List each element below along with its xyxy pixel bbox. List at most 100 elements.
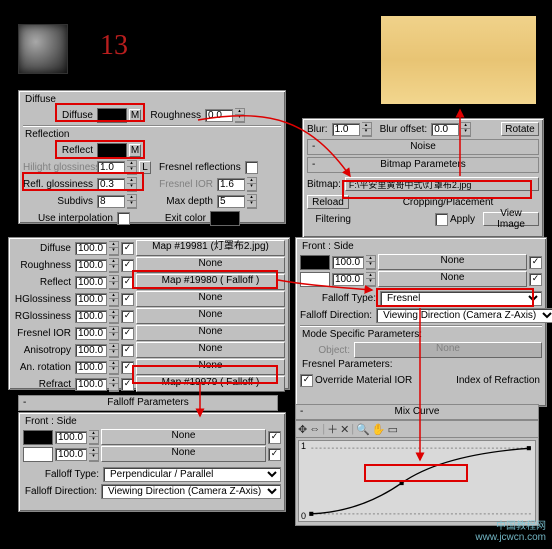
falloff2-dir-select[interactable]: Viewing Direction (Camera Z-Axis): [376, 308, 552, 323]
map-row-spinner[interactable]: ▴▾: [109, 343, 119, 358]
falloff1-map2[interactable]: None: [101, 446, 266, 462]
falloff1-spin1[interactable]: ▴▾: [89, 430, 99, 445]
map-row-check[interactable]: ✓: [121, 276, 134, 289]
refl-gloss-input[interactable]: [97, 178, 125, 191]
reload-button[interactable]: Reload: [307, 195, 349, 209]
falloff-rollout-header[interactable]: Falloff Parameters: [18, 395, 278, 411]
pan-icon[interactable]: ✋: [372, 423, 386, 436]
map-row-spinner[interactable]: ▴▾: [109, 309, 119, 324]
falloff2-val1[interactable]: [332, 256, 364, 269]
subdivs-input[interactable]: [97, 195, 125, 208]
map-row-check[interactable]: ✓: [121, 259, 134, 272]
map-row-amount[interactable]: [75, 276, 107, 289]
rotate-button[interactable]: Rotate: [501, 122, 539, 136]
falloff2-chk2[interactable]: ✓: [529, 273, 542, 286]
fit-icon[interactable]: ▭: [388, 423, 398, 436]
map-row-amount[interactable]: [75, 327, 107, 340]
move-icon[interactable]: ✥: [298, 423, 307, 436]
scale-icon[interactable]: ⇔: [309, 423, 320, 435]
view-image-button[interactable]: View Image: [483, 212, 539, 226]
map-row-button[interactable]: None: [136, 342, 285, 358]
hilight-gloss-input[interactable]: [97, 161, 125, 174]
map-row-button[interactable]: Map #19980 ( Falloff ): [136, 274, 285, 290]
fresnel-refl-check[interactable]: [245, 161, 258, 174]
map-row-amount[interactable]: [75, 310, 107, 323]
refl-gloss-spinner[interactable]: ▴▾: [127, 177, 137, 192]
maxdepth-spinner[interactable]: ▴▾: [247, 194, 257, 209]
roughness-spinner[interactable]: ▴▾: [235, 108, 245, 123]
map-row-amount[interactable]: [75, 242, 107, 255]
falloff1-dir-select[interactable]: Viewing Direction (Camera Z-Axis): [101, 484, 281, 499]
diffuse-map-button[interactable]: M: [129, 109, 141, 122]
hilight-gloss-spinner[interactable]: ▴▾: [127, 160, 137, 175]
map-row-check[interactable]: ✓: [121, 378, 134, 391]
map-row-spinner[interactable]: ▴▾: [109, 292, 119, 307]
map-row-amount[interactable]: [75, 378, 107, 391]
blur-input[interactable]: [332, 123, 360, 136]
override-ior-check[interactable]: ✓: [300, 374, 313, 387]
map-row-check[interactable]: ✓: [121, 310, 134, 323]
fresnel-ior-input[interactable]: [217, 178, 245, 191]
falloff1-val1[interactable]: [55, 431, 87, 444]
fresnel-ior-spinner[interactable]: ▴▾: [247, 177, 257, 192]
map-row-spinner[interactable]: ▴▾: [109, 258, 119, 273]
falloff2-chk1[interactable]: ✓: [529, 256, 542, 269]
falloff2-val2[interactable]: [332, 273, 364, 286]
map-row-button[interactable]: Map #19981 (灯罩布2.jpg): [136, 240, 285, 256]
blur-offset-input[interactable]: [431, 123, 459, 136]
map-row-button[interactable]: Map #19979 ( Falloff ): [136, 376, 285, 392]
zoom-icon[interactable]: 🔍: [356, 423, 370, 436]
add-point-icon[interactable]: ＋: [327, 421, 338, 437]
map-row-button[interactable]: None: [136, 257, 285, 273]
falloff2-swatch2[interactable]: [300, 272, 330, 287]
mixcurve-header[interactable]: Mix Curve: [295, 404, 539, 420]
reflect-map-button[interactable]: M: [129, 144, 141, 157]
l-button[interactable]: L: [139, 161, 151, 174]
blur-spinner[interactable]: ▴▾: [362, 122, 372, 137]
map-row-spinner[interactable]: ▴▾: [109, 360, 119, 375]
map-row-spinner[interactable]: ▴▾: [109, 326, 119, 341]
map-row-button[interactable]: None: [136, 325, 285, 341]
noise-rollout[interactable]: Noise: [307, 139, 539, 155]
maxdepth-input[interactable]: [217, 195, 245, 208]
falloff2-type-select[interactable]: Fresnel: [380, 291, 542, 306]
falloff1-swatch1[interactable]: [23, 430, 53, 445]
falloff1-val2[interactable]: [55, 448, 87, 461]
blur-offset-spinner[interactable]: ▴▾: [461, 122, 471, 137]
map-row-button[interactable]: None: [136, 291, 285, 307]
map-row-amount[interactable]: [75, 293, 107, 306]
map-row-button[interactable]: None: [136, 308, 285, 324]
reflect-swatch[interactable]: [97, 143, 127, 158]
subdivs-spinner[interactable]: ▴▾: [127, 194, 137, 209]
falloff2-map2[interactable]: None: [378, 271, 527, 287]
falloff2-swatch1[interactable]: [300, 255, 330, 270]
map-row-button[interactable]: None: [136, 359, 285, 375]
falloff1-type-select[interactable]: Perpendicular / Parallel: [103, 467, 281, 482]
map-row-check[interactable]: ✓: [121, 242, 134, 255]
bitmap-params-rollout[interactable]: Bitmap Parameters: [307, 157, 539, 173]
apply-check[interactable]: [435, 213, 448, 226]
roughness-input[interactable]: [205, 109, 233, 122]
falloff2-map1[interactable]: None: [378, 254, 527, 270]
falloff2-spin2[interactable]: ▴▾: [366, 272, 376, 287]
map-row-check[interactable]: ✓: [121, 293, 134, 306]
map-row-spinner[interactable]: ▴▾: [109, 241, 119, 256]
map-row-check[interactable]: ✓: [121, 344, 134, 357]
map-row-spinner[interactable]: ▴▾: [109, 377, 119, 392]
map-row-spinner[interactable]: ▴▾: [109, 275, 119, 290]
diffuse-swatch[interactable]: [97, 108, 127, 123]
falloff1-chk2[interactable]: ✓: [268, 448, 281, 461]
map-row-check[interactable]: ✓: [121, 327, 134, 340]
falloff1-map1[interactable]: None: [101, 429, 266, 445]
map-row-amount[interactable]: [75, 344, 107, 357]
delete-point-icon[interactable]: ✕: [340, 423, 349, 436]
bitmap-path-button[interactable]: F:\平安里黄哥中式\灯罩布2.jpg: [345, 177, 539, 191]
exit-swatch[interactable]: [210, 211, 240, 226]
falloff2-spin1[interactable]: ▴▾: [366, 255, 376, 270]
falloff1-spin2[interactable]: ▴▾: [89, 447, 99, 462]
map-row-check[interactable]: ✓: [121, 361, 134, 374]
interp-check[interactable]: [117, 212, 130, 225]
falloff1-swatch2[interactable]: [23, 447, 53, 462]
falloff1-chk1[interactable]: ✓: [268, 431, 281, 444]
map-row-amount[interactable]: [75, 259, 107, 272]
